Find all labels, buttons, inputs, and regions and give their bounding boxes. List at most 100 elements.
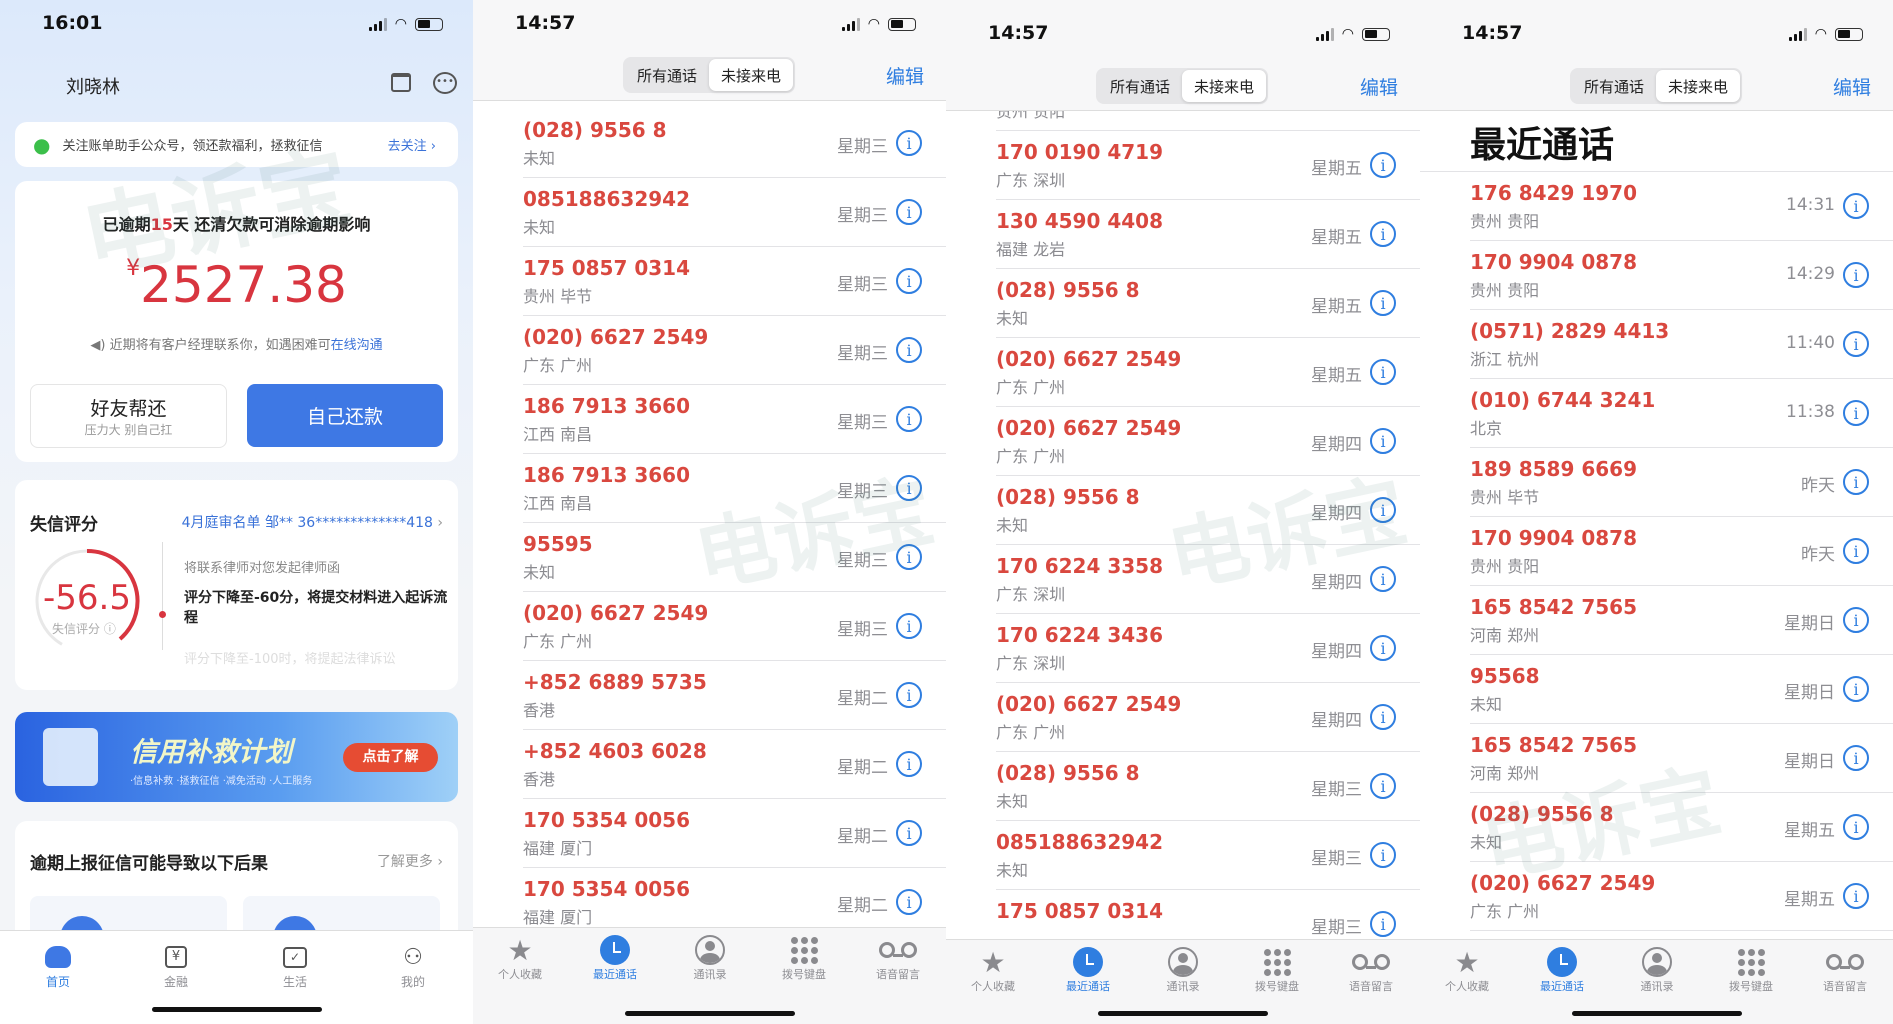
info-icon[interactable]: i xyxy=(1370,428,1396,454)
call-row[interactable]: (028) 9556 8 未知 星期三 i xyxy=(996,752,1420,821)
segment-missed-calls[interactable]: 未接来电 xyxy=(709,59,793,91)
call-row[interactable]: 170 6224 3436 广东 深圳 星期四 i xyxy=(996,614,1420,683)
tab-contacts[interactable]: 通讯录 xyxy=(1138,946,1228,994)
info-icon[interactable]: i xyxy=(896,889,922,915)
info-icon[interactable]: i xyxy=(1370,221,1396,247)
tab-voicemail[interactable]: 语音留言 xyxy=(1800,946,1890,994)
court-list-link[interactable]: 4月庭审名单 邹** 36*************418 › xyxy=(182,512,443,532)
info-icon[interactable]: i xyxy=(1370,566,1396,592)
edit-button[interactable]: 编辑 xyxy=(1360,73,1398,100)
follow-link[interactable]: 去关注 › xyxy=(388,135,436,154)
call-row[interactable]: (020) 6627 2549 广东 广州 星期四 i xyxy=(996,683,1420,752)
info-icon[interactable]: i xyxy=(1370,497,1396,523)
call-row[interactable]: (020) 6627 2549 广东 广州 星期三 i xyxy=(523,316,946,385)
tab-recents[interactable]: 最近通话 xyxy=(570,934,660,982)
call-row[interactable]: (020) 6627 2549 广东 广州 星期四 i xyxy=(996,407,1420,476)
tab-mine[interactable]: ⚇ 我的 xyxy=(368,941,458,990)
notice-card[interactable]: ● 关注账单助手公众号，领还款福利，拯救征信 去关注 › xyxy=(15,122,458,167)
info-icon[interactable]: i xyxy=(1370,359,1396,385)
call-row[interactable]: 186 7913 3660 江西 南昌 星期三 i xyxy=(523,385,946,454)
info-icon[interactable]: i xyxy=(1843,331,1869,357)
tab-recents[interactable]: 最近通话 xyxy=(1043,946,1133,994)
call-row[interactable]: (010) 6744 3241 北京 11:38 i xyxy=(1470,379,1893,448)
info-icon[interactable]: i xyxy=(1370,152,1396,178)
call-row[interactable]: (028) 9556 8 未知 星期五 i xyxy=(1470,793,1893,862)
info-icon[interactable]: i xyxy=(896,613,922,639)
credit-rescue-banner[interactable]: 信用补救计划 ·信息补救 ·拯救征信 ·减免活动 ·人工服务 点击了解 xyxy=(15,712,458,802)
tab-favorites[interactable]: ★ 个人收藏 xyxy=(948,946,1038,994)
info-icon[interactable]: i xyxy=(1843,607,1869,633)
info-icon[interactable]: i xyxy=(1370,704,1396,730)
edit-button[interactable]: 编辑 xyxy=(886,62,924,89)
info-icon[interactable]: i xyxy=(1843,538,1869,564)
info-icon[interactable]: i xyxy=(1843,676,1869,702)
call-row[interactable]: +852 6889 5735 香港 星期二 i xyxy=(523,661,946,730)
info-icon[interactable]: i xyxy=(896,130,922,156)
tab-recents[interactable]: 最近通话 xyxy=(1517,946,1607,994)
info-icon[interactable]: i xyxy=(896,820,922,846)
info-icon[interactable]: i xyxy=(1843,193,1869,219)
info-icon[interactable]: i xyxy=(896,751,922,777)
info-icon[interactable]: i xyxy=(896,406,922,432)
call-row[interactable]: 170 5354 0056 福建 厦门 星期二 i xyxy=(523,799,946,868)
edit-button[interactable]: 编辑 xyxy=(1833,73,1871,100)
info-icon[interactable]: i xyxy=(1843,469,1869,495)
tab-home[interactable]: 首页 xyxy=(13,941,103,990)
info-icon[interactable]: i xyxy=(1843,814,1869,840)
call-row[interactable]: 176 8429 1970 贵州 贵阳 14:31 i xyxy=(1470,172,1893,241)
message-icon[interactable]: ••• xyxy=(433,72,457,94)
call-row[interactable]: 170 0190 4719 广东 深圳 星期五 i xyxy=(996,131,1420,200)
call-row[interactable]: 170 6224 3358 广东 深圳 星期四 i xyxy=(996,545,1420,614)
segment-all-calls[interactable]: 所有通话 xyxy=(1098,70,1182,102)
tab-voicemail[interactable]: 语音留言 xyxy=(1326,946,1416,994)
call-row[interactable]: 165 8542 7565 河南 郑州 星期日 i xyxy=(1470,586,1893,655)
segment-all-calls[interactable]: 所有通话 xyxy=(625,59,709,91)
call-row[interactable]: 085188632942 未知 星期三 i xyxy=(996,821,1420,890)
call-row[interactable]: +852 4603 6028 香港 星期二 i xyxy=(523,730,946,799)
online-chat-link[interactable]: 在线沟通 xyxy=(331,338,383,353)
info-icon[interactable]: i xyxy=(896,268,922,294)
info-icon[interactable]: i xyxy=(1370,911,1396,937)
info-icon[interactable]: i xyxy=(896,544,922,570)
tab-favorites[interactable]: ★ 个人收藏 xyxy=(475,934,565,982)
call-row[interactable]: (028) 9556 8 未知 星期四 i xyxy=(996,476,1420,545)
info-icon[interactable]: i xyxy=(1843,262,1869,288)
segment-missed-calls[interactable]: 未接来电 xyxy=(1182,70,1266,102)
call-row[interactable]: 95568 未知 星期日 i xyxy=(1470,655,1893,724)
learn-button[interactable]: 点击了解 xyxy=(343,743,438,772)
call-row[interactable]: 170 9904 0878 贵州 贵阳 昨天 i xyxy=(1470,517,1893,586)
call-row[interactable]: 165 8542 7565 河南 郑州 星期日 i xyxy=(1470,724,1893,793)
call-row[interactable]: 175 0857 0314 贵州 毕节 星期三 i xyxy=(523,247,946,316)
info-icon[interactable]: i xyxy=(1843,745,1869,771)
info-icon[interactable]: i xyxy=(1370,773,1396,799)
call-row[interactable]: 170 9904 0878 贵州 贵阳 14:29 i xyxy=(1470,241,1893,310)
tab-favorites[interactable]: ★ 个人收藏 xyxy=(1422,946,1512,994)
tab-keypad[interactable]: 拨号键盘 xyxy=(1232,946,1322,994)
info-icon[interactable]: i xyxy=(896,475,922,501)
call-row[interactable]: 130 4590 4408 福建 龙岩 星期五 i xyxy=(996,200,1420,269)
info-icon[interactable]: i xyxy=(1370,635,1396,661)
info-icon[interactable]: i xyxy=(896,682,922,708)
info-icon[interactable]: i xyxy=(1843,883,1869,909)
info-icon[interactable]: i xyxy=(1370,842,1396,868)
info-icon[interactable]: i xyxy=(896,199,922,225)
calendar-icon[interactable] xyxy=(391,73,411,92)
call-row[interactable]: (020) 6627 2549 广东 广州 星期五 i xyxy=(1470,862,1893,931)
friend-repay-button[interactable]: 好友帮还 压力大 别自己扛 xyxy=(30,384,227,448)
segment-all-calls[interactable]: 所有通话 xyxy=(1572,70,1656,102)
call-row[interactable]: 95595 未知 星期三 i xyxy=(523,523,946,592)
call-row[interactable]: (028) 9556 8 未知 星期三 i xyxy=(523,109,946,178)
call-row[interactable]: 186 7913 3660 江西 南昌 星期三 i xyxy=(523,454,946,523)
tab-life[interactable]: ✓ 生活 xyxy=(250,941,340,990)
tab-voicemail[interactable]: 语音留言 xyxy=(853,934,943,982)
tab-finance[interactable]: ¥ 金融 xyxy=(131,941,221,990)
call-row[interactable]: (0571) 2829 4413 浙江 杭州 11:40 i xyxy=(1470,310,1893,379)
call-row[interactable]: (028) 9556 8 未知 星期五 i xyxy=(996,269,1420,338)
tab-contacts[interactable]: 通讯录 xyxy=(665,934,755,982)
call-row[interactable]: (020) 6627 2549 广东 广州 星期五 i xyxy=(996,338,1420,407)
call-row[interactable]: (020) 6627 2549 广东 广州 星期三 i xyxy=(523,592,946,661)
call-row[interactable]: 085188632942 未知 星期三 i xyxy=(523,178,946,247)
tab-keypad[interactable]: 拨号键盘 xyxy=(1706,946,1796,994)
call-row[interactable]: 189 8589 6669 贵州 毕节 昨天 i xyxy=(1470,448,1893,517)
learn-more-link[interactable]: 了解更多 › xyxy=(377,851,443,871)
